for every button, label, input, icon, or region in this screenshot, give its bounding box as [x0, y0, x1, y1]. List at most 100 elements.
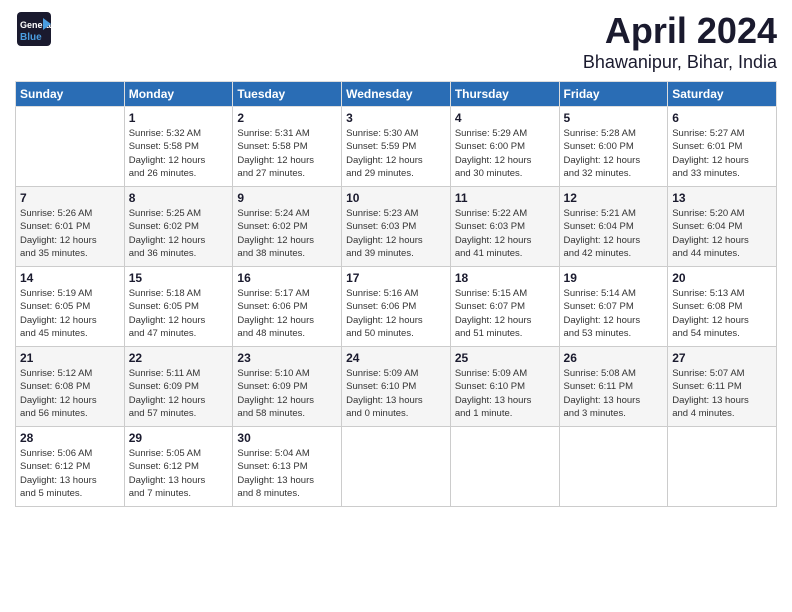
day-number: 30	[237, 431, 337, 445]
day-number: 6	[672, 111, 772, 125]
logo-icon: General Blue	[15, 10, 53, 48]
calendar-cell: 4Sunrise: 5:29 AMSunset: 6:00 PMDaylight…	[450, 107, 559, 187]
day-number: 21	[20, 351, 120, 365]
col-sunday: Sunday	[16, 82, 125, 107]
day-info: Sunrise: 5:14 AMSunset: 6:07 PMDaylight:…	[564, 287, 664, 340]
logo: General Blue	[15, 10, 55, 48]
day-info: Sunrise: 5:27 AMSunset: 6:01 PMDaylight:…	[672, 127, 772, 180]
calendar-cell: 5 Sunrise: 5:28 AMSunset: 6:00 PMDaylight…	[559, 107, 668, 187]
calendar-cell: 26 Sunrise: 5:08 AMSunset: 6:11 PMDayligh…	[559, 347, 668, 427]
day-info: Sunrise: 5:04 AMSunset: 6:13 PMDaylight:…	[237, 447, 337, 500]
calendar-cell: 24 Sunrise: 5:09 AMSunset: 6:10 PMDayligh…	[342, 347, 451, 427]
calendar-cell	[16, 107, 125, 187]
day-number: 23	[237, 351, 337, 365]
day-number: 22	[129, 351, 229, 365]
day-number: 16	[237, 271, 337, 285]
calendar-cell: 6 Sunrise: 5:27 AMSunset: 6:01 PMDaylight…	[668, 107, 777, 187]
calendar-cell: 1Sunrise: 5:32 AMSunset: 5:58 PMDaylight…	[124, 107, 233, 187]
calendar-cell: 19Sunrise: 5:14 AMSunset: 6:07 PMDayligh…	[559, 267, 668, 347]
day-info: Sunrise: 5:25 AMSunset: 6:02 PMDaylight:…	[129, 207, 229, 260]
day-info: Sunrise: 5:09 AMSunset: 6:10 PMDaylight:…	[455, 367, 555, 420]
weekday-row: Sunday Monday Tuesday Wednesday Thursday…	[16, 82, 777, 107]
day-number: 17	[346, 271, 446, 285]
day-number: 29	[129, 431, 229, 445]
calendar-week-row: 21 Sunrise: 5:12 AMSunset: 6:08 PMDayligh…	[16, 347, 777, 427]
day-info: Sunrise: 5:12 AMSunset: 6:08 PMDaylight:…	[20, 367, 120, 420]
calendar-cell: 3 Sunrise: 5:30 AMSunset: 5:59 PMDaylight…	[342, 107, 451, 187]
day-number: 3	[346, 111, 446, 125]
day-number: 12	[564, 191, 664, 205]
day-info: Sunrise: 5:32 AMSunset: 5:58 PMDaylight:…	[129, 127, 229, 180]
day-number: 27	[672, 351, 772, 365]
col-thursday: Thursday	[450, 82, 559, 107]
calendar-cell: 7Sunrise: 5:26 AMSunset: 6:01 PMDaylight…	[16, 187, 125, 267]
calendar-cell: 21 Sunrise: 5:12 AMSunset: 6:08 PMDayligh…	[16, 347, 125, 427]
day-info: Sunrise: 5:16 AMSunset: 6:06 PMDaylight:…	[346, 287, 446, 340]
calendar-cell: 17 Sunrise: 5:16 AMSunset: 6:06 PMDayligh…	[342, 267, 451, 347]
day-number: 11	[455, 191, 555, 205]
day-info: Sunrise: 5:15 AMSunset: 6:07 PMDaylight:…	[455, 287, 555, 340]
calendar-cell: 15 Sunrise: 5:18 AMSunset: 6:05 PMDayligh…	[124, 267, 233, 347]
day-info: Sunrise: 5:10 AMSunset: 6:09 PMDaylight:…	[237, 367, 337, 420]
day-number: 2	[237, 111, 337, 125]
day-number: 15	[129, 271, 229, 285]
day-info: Sunrise: 5:23 AMSunset: 6:03 PMDaylight:…	[346, 207, 446, 260]
calendar-header: Sunday Monday Tuesday Wednesday Thursday…	[16, 82, 777, 107]
day-info: Sunrise: 5:21 AMSunset: 6:04 PMDaylight:…	[564, 207, 664, 260]
day-info: Sunrise: 5:30 AMSunset: 5:59 PMDaylight:…	[346, 127, 446, 180]
day-info: Sunrise: 5:29 AMSunset: 6:00 PMDaylight:…	[455, 127, 555, 180]
day-number: 18	[455, 271, 555, 285]
calendar-cell: 23 Sunrise: 5:10 AMSunset: 6:09 PMDayligh…	[233, 347, 342, 427]
day-number: 26	[564, 351, 664, 365]
calendar-cell	[668, 427, 777, 507]
calendar-week-row: 14Sunrise: 5:19 AMSunset: 6:05 PMDayligh…	[16, 267, 777, 347]
col-wednesday: Wednesday	[342, 82, 451, 107]
calendar-cell: 28 Sunrise: 5:06 AMSunset: 6:12 PMDayligh…	[16, 427, 125, 507]
title-block: April 2024 Bhawanipur, Bihar, India	[583, 10, 777, 73]
calendar-cell: 2 Sunrise: 5:31 AMSunset: 5:58 PMDaylight…	[233, 107, 342, 187]
calendar-cell: 8 Sunrise: 5:25 AMSunset: 6:02 PMDaylight…	[124, 187, 233, 267]
day-info: Sunrise: 5:11 AMSunset: 6:09 PMDaylight:…	[129, 367, 229, 420]
calendar-cell: 10Sunrise: 5:23 AMSunset: 6:03 PMDayligh…	[342, 187, 451, 267]
day-info: Sunrise: 5:13 AMSunset: 6:08 PMDaylight:…	[672, 287, 772, 340]
calendar-cell	[450, 427, 559, 507]
day-info: Sunrise: 5:09 AMSunset: 6:10 PMDaylight:…	[346, 367, 446, 420]
calendar-cell: 29Sunrise: 5:05 AMSunset: 6:12 PMDayligh…	[124, 427, 233, 507]
calendar-cell: 22 Sunrise: 5:11 AMSunset: 6:09 PMDayligh…	[124, 347, 233, 427]
page-title: April 2024	[583, 10, 777, 52]
day-info: Sunrise: 5:08 AMSunset: 6:11 PMDaylight:…	[564, 367, 664, 420]
calendar-cell	[342, 427, 451, 507]
calendar-cell: 14Sunrise: 5:19 AMSunset: 6:05 PMDayligh…	[16, 267, 125, 347]
page: General Blue April 2024 Bhawanipur, Biha…	[0, 0, 792, 612]
calendar-cell: 30 Sunrise: 5:04 AMSunset: 6:13 PMDayligh…	[233, 427, 342, 507]
day-info: Sunrise: 5:24 AMSunset: 6:02 PMDaylight:…	[237, 207, 337, 260]
calendar-cell: 20 Sunrise: 5:13 AMSunset: 6:08 PMDayligh…	[668, 267, 777, 347]
day-number: 25	[455, 351, 555, 365]
day-number: 13	[672, 191, 772, 205]
day-info: Sunrise: 5:20 AMSunset: 6:04 PMDaylight:…	[672, 207, 772, 260]
day-number: 28	[20, 431, 120, 445]
day-number: 9	[237, 191, 337, 205]
day-number: 24	[346, 351, 446, 365]
day-number: 14	[20, 271, 120, 285]
day-number: 20	[672, 271, 772, 285]
col-monday: Monday	[124, 82, 233, 107]
day-info: Sunrise: 5:28 AMSunset: 6:00 PMDaylight:…	[564, 127, 664, 180]
day-info: Sunrise: 5:26 AMSunset: 6:01 PMDaylight:…	[20, 207, 120, 260]
calendar-table: Sunday Monday Tuesday Wednesday Thursday…	[15, 81, 777, 507]
calendar-cell: 13 Sunrise: 5:20 AMSunset: 6:04 PMDayligh…	[668, 187, 777, 267]
col-saturday: Saturday	[668, 82, 777, 107]
calendar-cell: 18 Sunrise: 5:15 AMSunset: 6:07 PMDayligh…	[450, 267, 559, 347]
day-info: Sunrise: 5:18 AMSunset: 6:05 PMDaylight:…	[129, 287, 229, 340]
day-info: Sunrise: 5:07 AMSunset: 6:11 PMDaylight:…	[672, 367, 772, 420]
day-number: 8	[129, 191, 229, 205]
calendar-cell: 16Sunrise: 5:17 AMSunset: 6:06 PMDayligh…	[233, 267, 342, 347]
calendar-cell: 12 Sunrise: 5:21 AMSunset: 6:04 PMDayligh…	[559, 187, 668, 267]
calendar-cell	[559, 427, 668, 507]
day-number: 5	[564, 111, 664, 125]
day-info: Sunrise: 5:06 AMSunset: 6:12 PMDaylight:…	[20, 447, 120, 500]
calendar-week-row: 28 Sunrise: 5:06 AMSunset: 6:12 PMDayligh…	[16, 427, 777, 507]
col-tuesday: Tuesday	[233, 82, 342, 107]
day-info: Sunrise: 5:31 AMSunset: 5:58 PMDaylight:…	[237, 127, 337, 180]
calendar-cell: 9 Sunrise: 5:24 AMSunset: 6:02 PMDaylight…	[233, 187, 342, 267]
